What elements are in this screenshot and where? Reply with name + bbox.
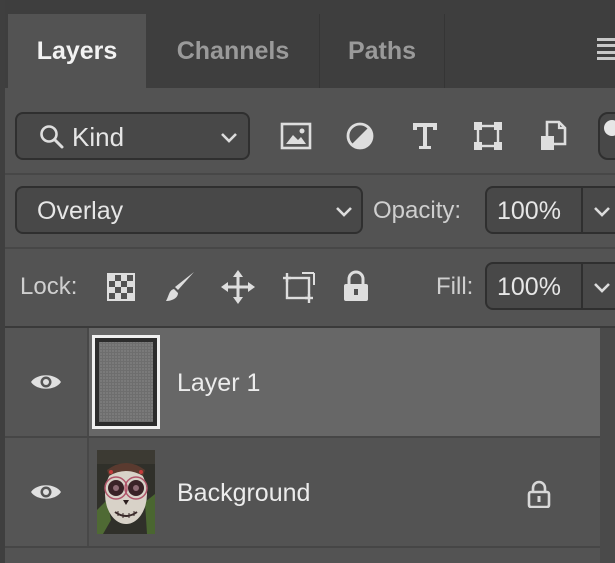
adjustment-filter-icon[interactable] bbox=[345, 121, 375, 151]
tab-channels-label: Channels bbox=[176, 36, 290, 65]
search-icon bbox=[39, 124, 65, 150]
type-filter-icon[interactable] bbox=[410, 120, 440, 152]
chevron-down-icon bbox=[220, 131, 238, 149]
tab-channels[interactable]: Channels bbox=[147, 14, 319, 88]
filter-toggle-switch[interactable] bbox=[598, 112, 615, 160]
divider bbox=[5, 173, 615, 175]
lock-transparent-pixels-icon[interactable] bbox=[106, 272, 136, 302]
layer-row-background[interactable]: Background bbox=[5, 438, 600, 546]
lock-icon bbox=[526, 479, 552, 509]
filter-toggle-icon bbox=[604, 120, 615, 136]
filter-kind-dropdown[interactable]: Kind bbox=[15, 112, 250, 160]
layer-name[interactable]: Layer 1 bbox=[177, 369, 260, 398]
lock-all-icon[interactable] bbox=[341, 269, 371, 303]
smart-object-filter-icon[interactable] bbox=[538, 119, 568, 153]
layer-thumbnail-image bbox=[97, 450, 155, 534]
eye-icon bbox=[29, 481, 63, 503]
tab-layers[interactable]: Layers bbox=[8, 14, 146, 88]
lock-image-pixels-icon[interactable] bbox=[163, 270, 197, 304]
chevron-down-icon[interactable] bbox=[593, 205, 611, 223]
tab-divider bbox=[444, 14, 445, 88]
layers-scrollbar[interactable] bbox=[600, 328, 615, 563]
fill-field[interactable]: 100% bbox=[485, 262, 615, 310]
tab-layers-label: Layers bbox=[36, 36, 118, 65]
chevron-down-icon[interactable] bbox=[593, 281, 611, 299]
shape-filter-icon[interactable] bbox=[472, 120, 504, 152]
layer-thumbnail bbox=[92, 335, 160, 429]
tab-paths[interactable]: Paths bbox=[320, 14, 444, 88]
lock-label: Lock: bbox=[20, 273, 78, 300]
blend-mode-value: Overlay bbox=[37, 197, 124, 225]
layers-panel: Layers Channels Paths Kind Overlay Opaci… bbox=[0, 0, 615, 563]
layer-name[interactable]: Background bbox=[177, 479, 310, 508]
fill-value: 100% bbox=[497, 273, 561, 301]
tab-paths-label: Paths bbox=[347, 36, 417, 65]
lock-artboard-icon[interactable] bbox=[280, 269, 316, 305]
filter-kind-label: Kind bbox=[72, 122, 125, 152]
opacity-label: Opacity: bbox=[373, 197, 462, 224]
opacity-field[interactable]: 100% bbox=[485, 186, 615, 234]
image-filter-icon[interactable] bbox=[280, 121, 312, 151]
chevron-down-icon bbox=[335, 205, 353, 223]
eye-icon bbox=[29, 371, 63, 393]
blend-mode-dropdown[interactable]: Overlay bbox=[15, 186, 363, 234]
visibility-toggle[interactable] bbox=[5, 438, 89, 546]
visibility-toggle[interactable] bbox=[5, 328, 89, 436]
opacity-value: 100% bbox=[497, 197, 561, 225]
lock-position-icon[interactable] bbox=[221, 269, 255, 305]
divider bbox=[5, 546, 600, 548]
layer-row-layer-1[interactable]: Layer 1 bbox=[5, 328, 600, 436]
fill-label: Fill: bbox=[436, 273, 474, 300]
panel-menu-icon[interactable] bbox=[597, 38, 615, 60]
divider bbox=[5, 247, 615, 249]
